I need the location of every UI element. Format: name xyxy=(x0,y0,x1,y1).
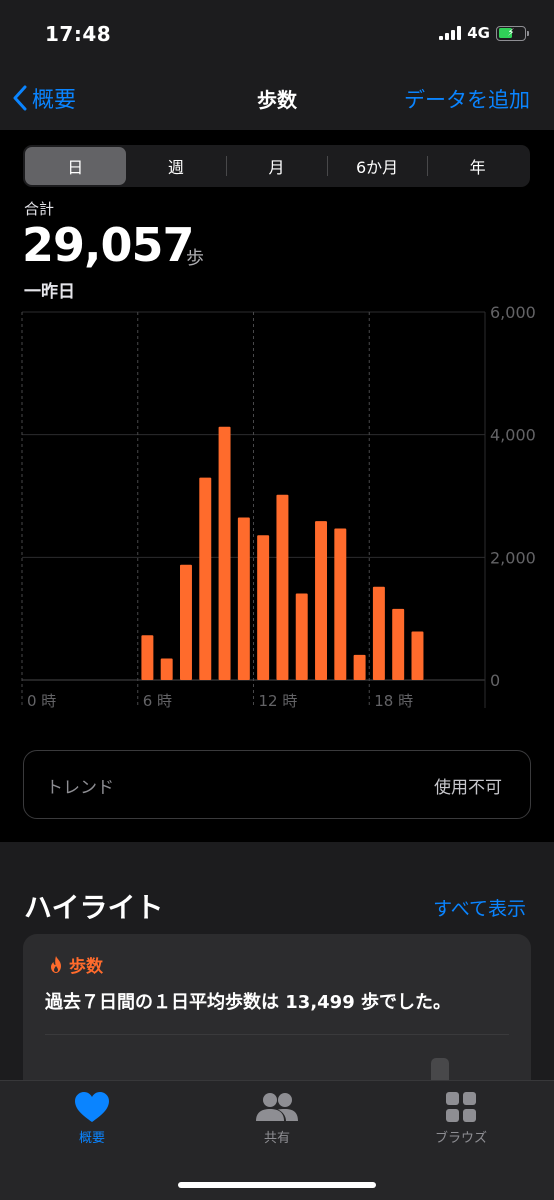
segment-label: 月 xyxy=(268,158,285,177)
y-tick-label: 6,000 xyxy=(490,303,536,322)
step-bar xyxy=(141,635,154,680)
highlight-divider xyxy=(45,1034,509,1035)
steps-unit: 歩 xyxy=(186,248,204,269)
signal-icon xyxy=(439,26,462,40)
segment-week[interactable]: 週 xyxy=(126,147,227,185)
segment-six-months[interactable]: 6か月 xyxy=(326,147,428,185)
segment-separator xyxy=(226,156,228,176)
tab-browse[interactable]: ブラウズ xyxy=(401,1091,521,1146)
y-tick-label: 2,000 xyxy=(490,548,536,567)
segment-label: 年 xyxy=(469,158,486,177)
step-bar xyxy=(353,654,366,680)
step-bar xyxy=(218,426,231,680)
step-bar xyxy=(411,631,424,680)
total-label: 合計 xyxy=(24,200,55,218)
status-indicators: 4G ⚡ xyxy=(439,24,529,42)
total-steps-value: 29,057 xyxy=(22,218,195,272)
step-bar xyxy=(257,535,270,680)
step-bar xyxy=(334,528,347,680)
segment-day[interactable]: 日 xyxy=(25,147,126,185)
trend-label: トレンド xyxy=(46,778,114,798)
step-bar xyxy=(372,586,385,680)
trend-status: 使用不可 xyxy=(434,778,502,798)
tab-label: ブラウズ xyxy=(434,1131,487,1146)
trend-row[interactable]: トレンド 使用不可 xyxy=(23,750,531,819)
time-range-segmented-control: 日 週 月 6か月 年 xyxy=(23,145,530,187)
segment-month[interactable]: 月 xyxy=(226,147,327,185)
charging-bolt-icon: ⚡ xyxy=(507,27,515,39)
step-bar xyxy=(295,593,308,680)
y-tick-label: 4,000 xyxy=(490,426,536,445)
x-tick-label: 12 時 xyxy=(259,692,298,710)
status-bar: 17:48 4G ⚡ xyxy=(0,0,554,72)
highlight-text: 過去７日間の１日平均歩数は 13,499 歩でした。 xyxy=(45,992,451,1013)
step-bar xyxy=(179,564,192,680)
tab-label: 共有 xyxy=(263,1131,290,1146)
navigation-bar: 概要 歩数 データを追加 xyxy=(0,72,554,130)
segment-year[interactable]: 年 xyxy=(427,147,528,185)
segment-separator xyxy=(427,156,429,176)
grid-icon xyxy=(446,1092,476,1122)
x-tick-label: 0 時 xyxy=(27,692,56,710)
status-time: 17:48 xyxy=(45,22,112,46)
home-indicator[interactable] xyxy=(178,1182,376,1188)
steps-bar-chart[interactable]: 6,000 4,000 2,000 0 0 時 6 時 12 時 18 時 xyxy=(0,300,554,720)
step-bar xyxy=(237,517,250,680)
segment-label: 日 xyxy=(67,158,84,177)
segment-label: 週 xyxy=(167,158,184,177)
heart-icon xyxy=(75,1092,109,1122)
highlight-category-label: 歩数 xyxy=(69,957,103,977)
date-label: 一昨日 xyxy=(24,282,75,302)
tab-sharing[interactable]: 共有 xyxy=(217,1091,337,1146)
step-bar xyxy=(160,658,173,680)
tab-summary[interactable]: 概要 xyxy=(32,1091,152,1146)
highlight-category: 歩数 xyxy=(49,952,103,977)
step-bar xyxy=(392,608,405,680)
step-bar xyxy=(199,477,212,680)
add-data-button[interactable]: データを追加 xyxy=(404,84,530,114)
flame-icon xyxy=(51,956,61,973)
show-all-link[interactable]: すべて表示 xyxy=(433,894,526,921)
highlights-title: ハイライト xyxy=(24,891,164,924)
x-tick-label: 6 時 xyxy=(143,692,172,710)
x-tick-label: 18 時 xyxy=(374,692,413,710)
step-bar xyxy=(315,521,328,680)
battery-icon: ⚡ xyxy=(496,25,529,41)
step-bar xyxy=(276,494,289,680)
segment-separator xyxy=(326,156,328,176)
segment-label: 6か月 xyxy=(355,158,399,177)
tab-label: 概要 xyxy=(78,1131,105,1146)
people-icon xyxy=(256,1093,298,1121)
y-tick-label: 0 xyxy=(490,671,500,690)
network-type: 4G xyxy=(467,24,490,42)
